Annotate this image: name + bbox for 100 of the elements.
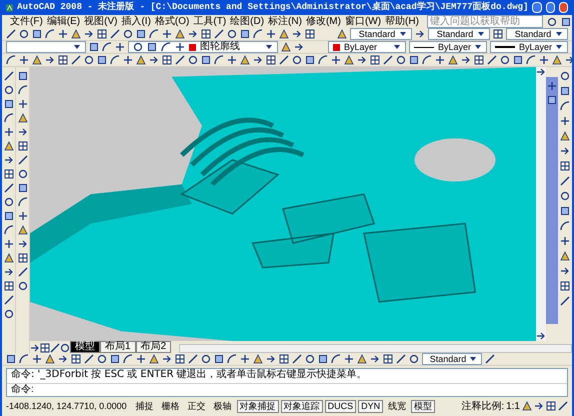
square-icon[interactable] [32, 29, 42, 39]
cross-icon[interactable] [18, 211, 28, 221]
cross-icon[interactable] [240, 354, 250, 364]
grid-icon[interactable] [305, 29, 315, 39]
cross-icon[interactable] [435, 55, 445, 65]
arrow-icon[interactable] [565, 55, 572, 65]
square-icon[interactable] [560, 206, 570, 216]
status-toggle[interactable]: DUCS [324, 400, 356, 412]
triangle-icon[interactable] [18, 113, 28, 123]
status-toggle[interactable]: 捕捉 [132, 400, 157, 412]
grid-icon[interactable] [97, 29, 107, 39]
triangle-icon[interactable] [253, 354, 263, 364]
triangle-icon[interactable] [448, 55, 458, 65]
menu-item[interactable]: 插入(I) [121, 16, 151, 26]
arrow-icon[interactable] [415, 29, 425, 39]
grid-icon[interactable] [560, 281, 570, 291]
square-icon[interactable] [18, 71, 28, 81]
style-dropdown[interactable]: Standard [506, 28, 568, 40]
square-icon[interactable] [136, 29, 146, 39]
status-toggle[interactable]: 栅格 [158, 400, 183, 412]
status-toggle[interactable]: 正交 [184, 400, 209, 412]
close-button[interactable] [558, 2, 568, 13]
arc-icon[interactable] [214, 55, 224, 65]
arrow-icon[interactable] [253, 55, 263, 65]
line-icon[interactable] [175, 55, 185, 65]
arc-icon[interactable] [4, 225, 14, 235]
circle-icon[interactable] [60, 343, 70, 353]
circle-icon[interactable] [19, 29, 29, 39]
layout-tab[interactable]: 模型 [70, 341, 100, 353]
menu-item[interactable]: 编辑(E) [46, 16, 80, 26]
line-icon[interactable] [292, 354, 302, 364]
square-icon[interactable] [97, 55, 107, 65]
line-icon[interactable] [6, 29, 16, 39]
status-toggle[interactable]: 对象捕捉 [236, 400, 279, 412]
menu-item[interactable]: 文件(F) [10, 16, 43, 26]
grid-icon[interactable] [4, 281, 14, 291]
arc-icon[interactable] [123, 354, 133, 364]
arc-icon[interactable] [253, 29, 263, 39]
square-icon[interactable] [4, 99, 14, 109]
triangle-icon[interactable] [357, 354, 367, 364]
circle-icon[interactable] [396, 55, 406, 65]
triangle-icon[interactable] [71, 29, 81, 39]
menu-item[interactable]: 窗口(W) [344, 16, 382, 26]
grid-icon[interactable] [40, 343, 50, 353]
arrow-icon[interactable] [45, 55, 55, 65]
grid-icon[interactable] [370, 55, 380, 65]
square-icon[interactable] [18, 183, 28, 193]
line-icon[interactable] [18, 267, 28, 277]
cross-icon[interactable] [58, 29, 68, 39]
grid-icon[interactable] [546, 401, 556, 411]
triangle-icon[interactable] [18, 225, 28, 235]
style-dropdown[interactable]: Standard [350, 28, 412, 40]
arrow-icon[interactable] [4, 267, 14, 277]
line-icon[interactable] [18, 155, 28, 165]
triangle-icon[interactable] [4, 253, 14, 263]
arc-icon[interactable] [560, 101, 570, 111]
arc-icon[interactable] [19, 354, 29, 364]
square-icon[interactable] [409, 55, 419, 65]
arrow-icon[interactable] [18, 127, 28, 137]
menu-item[interactable]: 视图(V) [84, 16, 118, 26]
cross-icon[interactable] [560, 236, 570, 246]
cross-icon[interactable] [539, 55, 549, 65]
circle-icon[interactable] [123, 29, 133, 39]
grid-icon[interactable] [266, 55, 276, 65]
style-dropdown[interactable]: Standard [428, 28, 490, 40]
square-icon[interactable] [6, 354, 16, 364]
arc-icon[interactable] [318, 55, 328, 65]
menu-item[interactable]: 帮助(H) [385, 16, 419, 26]
line-icon[interactable] [50, 343, 60, 353]
line-icon[interactable] [396, 354, 406, 364]
cross-icon[interactable] [4, 239, 14, 249]
square-icon[interactable] [240, 29, 250, 39]
triangle-icon[interactable] [560, 251, 570, 261]
layout-tab[interactable]: 布局1 [100, 341, 136, 353]
menu-item[interactable]: 工具(T) [193, 16, 226, 26]
layout-tab[interactable]: 布局2 [136, 341, 172, 353]
triangle-icon[interactable] [4, 141, 14, 151]
circle-icon[interactable] [201, 354, 211, 364]
arrow-icon[interactable] [30, 343, 40, 353]
cross-icon[interactable] [123, 55, 133, 65]
status-toggle[interactable]: 极轴 [210, 400, 235, 412]
circle-icon[interactable] [4, 309, 14, 319]
arrow-icon[interactable] [294, 42, 304, 52]
square-icon[interactable] [547, 95, 557, 105]
arrow-icon[interactable] [534, 401, 544, 411]
arc-icon[interactable] [526, 55, 536, 65]
triangle-icon[interactable] [175, 29, 185, 39]
line-icon[interactable] [84, 354, 94, 364]
circle-icon[interactable] [133, 42, 143, 52]
circle-icon[interactable] [409, 354, 419, 364]
square-icon[interactable] [560, 16, 571, 26]
grid-icon[interactable] [383, 354, 393, 364]
arc-icon[interactable] [18, 197, 28, 207]
triangle-icon[interactable] [344, 55, 354, 65]
annotation-scale[interactable]: 1:1 [506, 398, 520, 414]
cross-icon[interactable] [560, 116, 570, 126]
circle-icon[interactable] [560, 71, 570, 81]
arrow-icon[interactable] [162, 354, 172, 364]
triangle-icon[interactable] [32, 55, 42, 65]
horizontal-scrollbar[interactable] [179, 344, 572, 353]
